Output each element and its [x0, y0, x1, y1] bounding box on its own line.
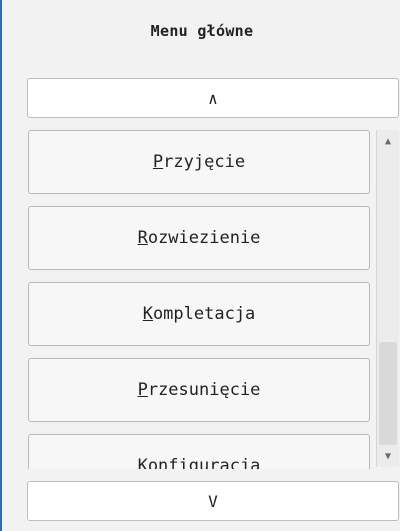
- menu-item-kompletacja[interactable]: Kompletacja: [28, 282, 370, 346]
- menu-list: Przyjęcie Rozwiezienie Kompletacja Przes…: [26, 127, 400, 469]
- main-menu-window: Menu główne ∧ Przyjęcie Rozwiezienie Kom…: [0, 0, 400, 531]
- menu-item-mnemonic: R: [137, 228, 148, 248]
- scroll-down-button[interactable]: V: [27, 481, 399, 521]
- menu-item-mnemonic: K: [142, 304, 153, 324]
- scroll-arrow-up-icon[interactable]: ▲: [377, 130, 399, 152]
- menu-item-przesuniecie[interactable]: Przesunięcie: [28, 358, 370, 422]
- scrollbar-thumb[interactable]: [379, 342, 397, 445]
- menu-item-label: rzesunięcie: [147, 380, 261, 400]
- page-title: Menu główne: [150, 22, 254, 40]
- vertical-scrollbar[interactable]: ▲ ▼: [376, 130, 399, 467]
- menu-item-label: ompletacja: [152, 304, 256, 324]
- chevron-down-icon: V: [208, 491, 218, 511]
- menu-item-label: ozwiezienie: [147, 228, 261, 248]
- scrollbar-track[interactable]: [379, 152, 397, 445]
- menu-item-rozwiezienie[interactable]: Rozwiezienie: [28, 206, 370, 270]
- menu-item-konfiguracja[interactable]: Konfiguracja: [28, 434, 370, 469]
- scroll-arrow-down-icon[interactable]: ▼: [377, 445, 399, 467]
- chevron-up-icon: ∧: [208, 88, 218, 108]
- menu-item-label: rzyjęcie: [163, 152, 246, 172]
- menu-item-mnemonic: P: [152, 152, 164, 172]
- menu-item-przyjecie[interactable]: Przyjęcie: [28, 130, 370, 194]
- scroll-up-button[interactable]: ∧: [27, 78, 399, 118]
- menu-item-mnemonic: P: [137, 380, 148, 400]
- menu-item-label: Konfiguracja: [137, 456, 261, 469]
